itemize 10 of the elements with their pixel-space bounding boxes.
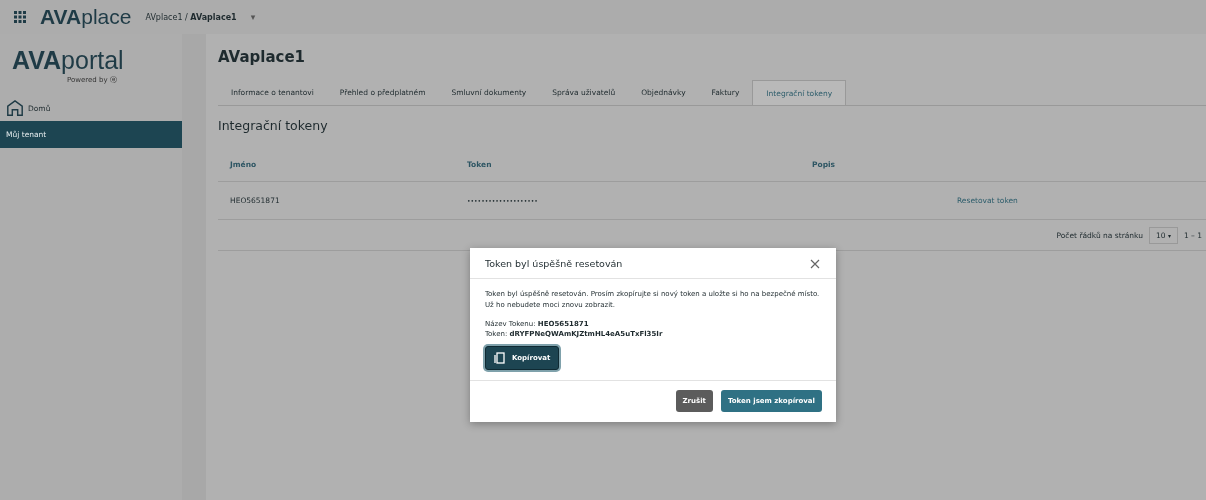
dialog-title: Token byl úspěšně resetován bbox=[485, 258, 623, 269]
tenant-breadcrumb[interactable]: AVplace1 / AVaplace1 bbox=[145, 12, 237, 22]
copy-icon bbox=[494, 351, 505, 364]
app-grid-icon[interactable] bbox=[14, 11, 26, 23]
app-logo: AVAplace bbox=[40, 5, 132, 29]
page-title: AVaplace1 bbox=[218, 48, 306, 66]
close-icon[interactable] bbox=[810, 258, 820, 269]
section-title: Integrační tokeny bbox=[218, 118, 329, 133]
home-icon bbox=[6, 99, 24, 117]
portal-logo: AVAportal bbox=[12, 46, 125, 75]
